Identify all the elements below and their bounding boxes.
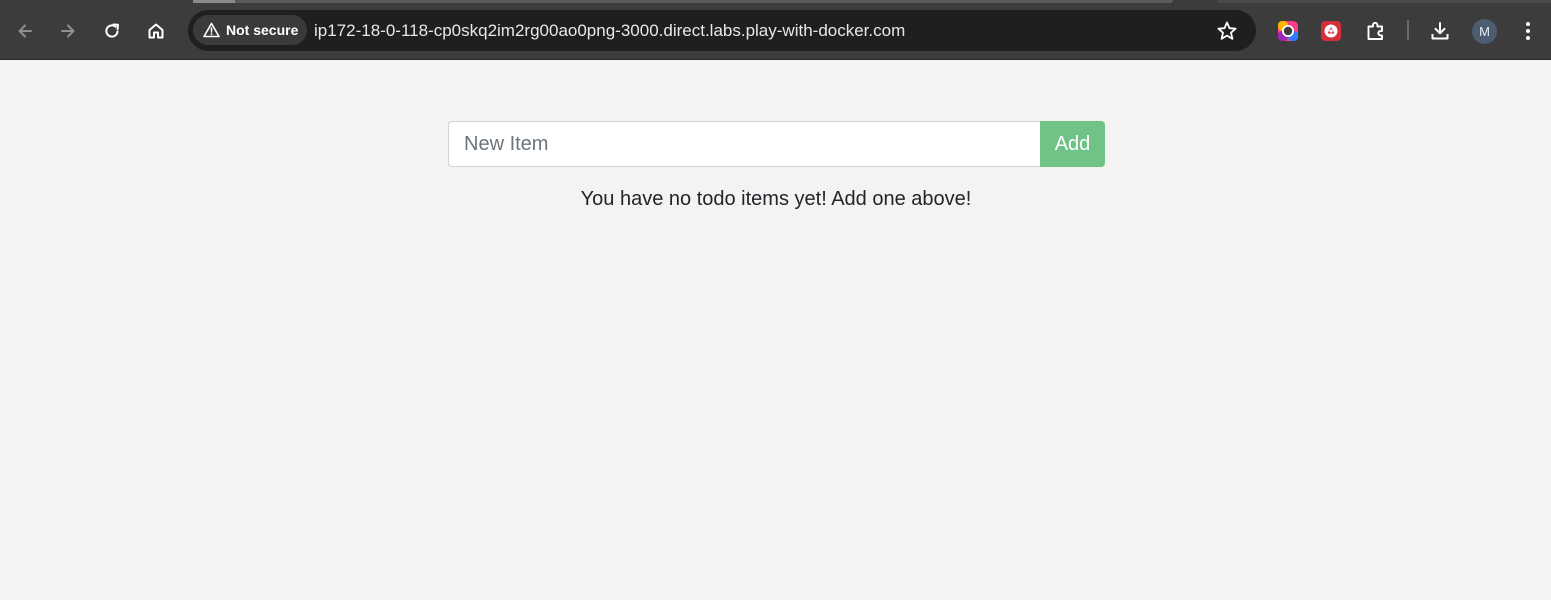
address-bar[interactable]: Not secure ip172-18-0-118-cp0skq2im2rg00… xyxy=(188,10,1256,51)
warning-triangle-icon xyxy=(203,22,220,38)
kebab-menu-icon xyxy=(1526,22,1530,40)
tab-strip xyxy=(193,0,1173,3)
browser-toolbar: Not secure ip172-18-0-118-cp0skq2im2rg00… xyxy=(0,0,1551,60)
security-label: Not secure xyxy=(226,22,299,38)
bookmark-button[interactable] xyxy=(1214,18,1240,44)
reload-button[interactable] xyxy=(96,15,128,47)
color-extension-button[interactable] xyxy=(1274,17,1302,45)
downloads-button[interactable] xyxy=(1426,17,1454,45)
active-tab-indicator xyxy=(193,0,235,3)
home-button[interactable] xyxy=(140,15,172,47)
arrow-left-icon xyxy=(18,24,32,38)
download-icon xyxy=(1431,22,1449,40)
color-ring-extension-icon xyxy=(1278,21,1298,41)
back-button[interactable] xyxy=(9,15,41,47)
star-icon xyxy=(1217,21,1237,40)
home-icon xyxy=(148,23,164,39)
reload-icon xyxy=(105,23,119,38)
add-button[interactable]: Add xyxy=(1040,121,1105,167)
new-item-input[interactable] xyxy=(448,121,1040,167)
security-indicator[interactable]: Not secure xyxy=(193,15,308,45)
add-item-form: Add xyxy=(448,121,1105,167)
browser-menu-button[interactable] xyxy=(1514,17,1542,45)
empty-state-message: You have no todo items yet! Add one abov… xyxy=(580,188,972,210)
extensions-button[interactable] xyxy=(1362,17,1390,45)
url-text[interactable]: ip172-18-0-118-cp0skq2im2rg00ao0png-3000… xyxy=(314,10,905,51)
red-extension-button[interactable] xyxy=(1317,17,1345,45)
forward-button[interactable] xyxy=(52,15,84,47)
puzzle-icon xyxy=(1367,21,1383,40)
page-content: Add You have no todo items yet! Add one … xyxy=(0,60,1551,600)
toolbar-divider xyxy=(1407,20,1409,40)
tab-strip-right xyxy=(1218,0,1551,3)
red-extension-icon xyxy=(1321,21,1341,41)
profile-avatar[interactable]: M xyxy=(1472,19,1497,44)
arrow-right-icon xyxy=(61,24,75,38)
